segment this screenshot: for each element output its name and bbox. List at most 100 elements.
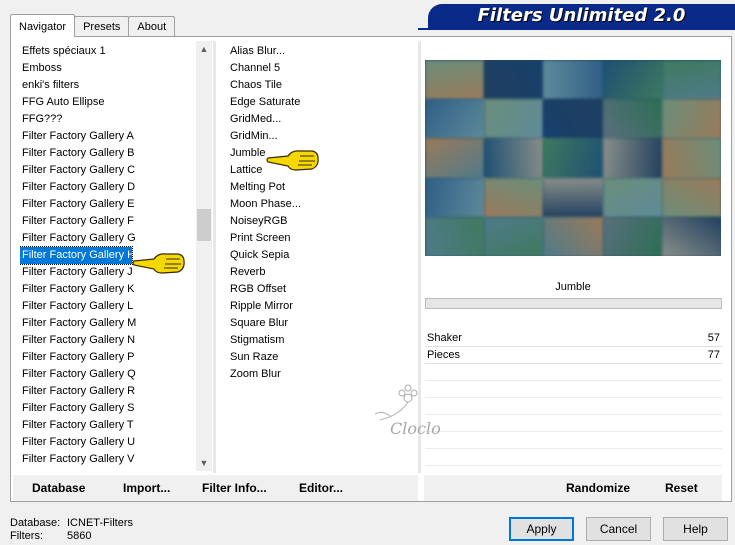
category-list-item[interactable]: Emboss bbox=[20, 60, 196, 77]
category-list-item[interactable]: Effets spéciaux 1 bbox=[20, 43, 196, 60]
preview-tile bbox=[543, 216, 604, 256]
apply-button[interactable]: Apply bbox=[509, 517, 574, 541]
category-list-item[interactable]: Filter Factory Gallery Q bbox=[20, 366, 196, 383]
preview-tile bbox=[543, 60, 604, 101]
scrollbar-thumb[interactable] bbox=[197, 209, 211, 241]
editor-button[interactable]: Editor... bbox=[299, 481, 343, 495]
status-info: Database: ICNET-Filters Filters: 5860 bbox=[10, 517, 133, 543]
filter-list-item[interactable]: Print Screen bbox=[228, 230, 413, 247]
preview-filter-name: Jumble bbox=[555, 281, 591, 293]
filter-info-button[interactable]: Filter Info... bbox=[202, 481, 267, 495]
category-list-item[interactable]: Filter Factory Gallery M bbox=[20, 315, 196, 332]
category-list-item[interactable]: Filter Factory Gallery E bbox=[20, 196, 196, 213]
filter-list-item[interactable]: Stigmatism bbox=[228, 332, 413, 349]
filter-list-item[interactable]: Ripple Mirror bbox=[228, 298, 413, 315]
database-button[interactable]: Database bbox=[32, 481, 85, 495]
filter-list-item[interactable]: RGB Offset bbox=[228, 281, 413, 298]
filter-list[interactable]: Alias Blur... Channel 5 Chaos Tile Edge Sat… bbox=[228, 43, 413, 383]
param-value[interactable]: 77 bbox=[708, 347, 720, 363]
category-list-item[interactable]: Filter Factory Gallery B bbox=[20, 145, 196, 162]
filter-list-item[interactable]: GridMin... bbox=[228, 128, 413, 145]
category-list-item[interactable]: Filter Factory Gallery R bbox=[20, 383, 196, 400]
filter-list-item[interactable]: Alias Blur... bbox=[228, 43, 413, 60]
database-value: ICNET-Filters bbox=[67, 517, 133, 529]
preview-tile bbox=[425, 138, 486, 179]
preview-tile bbox=[484, 138, 545, 179]
filter-list-item[interactable]: Channel 5 bbox=[228, 60, 413, 77]
category-list-item[interactable]: Filter Factory Gallery C bbox=[20, 162, 196, 179]
category-list-item[interactable]: Filter Factory Gallery S bbox=[20, 400, 196, 417]
category-list-item[interactable]: Filter Factory Gallery N bbox=[20, 332, 196, 349]
cloclo-watermark-logo: Cloclo bbox=[374, 384, 441, 438]
tab-bar: Navigator Presets About bbox=[10, 14, 176, 37]
left-toolbar: Database Import... Filter Info... Editor… bbox=[13, 475, 418, 501]
category-list-item[interactable]: FFG Auto Ellipse bbox=[20, 94, 196, 111]
preview-tile bbox=[602, 216, 663, 256]
filter-preview-image bbox=[425, 60, 721, 256]
category-list-item[interactable]: FFG??? bbox=[20, 111, 196, 128]
filter-list-item[interactable]: Edge Saturate bbox=[228, 94, 413, 111]
scroll-down-icon[interactable]: ▼ bbox=[196, 455, 212, 471]
logo-text: Cloclo bbox=[390, 419, 441, 438]
import-button[interactable]: Import... bbox=[123, 481, 170, 495]
filter-list-item[interactable]: Chaos Tile bbox=[228, 77, 413, 94]
randomize-button[interactable]: Randomize bbox=[566, 481, 630, 495]
filter-list-item[interactable]: Moon Phase... bbox=[228, 196, 413, 213]
preview-tile bbox=[484, 177, 545, 218]
category-list-item[interactable]: Filter Factory Gallery D bbox=[20, 179, 196, 196]
preview-tile bbox=[661, 216, 721, 256]
reset-button[interactable]: Reset bbox=[665, 481, 698, 495]
cancel-button[interactable]: Cancel bbox=[586, 517, 651, 541]
filter-list-item[interactable]: Jumble bbox=[228, 145, 413, 162]
preview-tile bbox=[484, 60, 545, 101]
preview-tile bbox=[425, 177, 486, 218]
category-list-item[interactable]: Filter Factory Gallery P bbox=[20, 349, 196, 366]
empty-parameter-rows bbox=[425, 364, 722, 466]
category-list-scrollbar[interactable]: ▲ ▼ bbox=[196, 41, 212, 471]
param-pieces[interactable]: Pieces 77 bbox=[425, 347, 722, 364]
category-list-item[interactable]: Filter Factory Gallery T bbox=[20, 417, 196, 434]
category-list-item[interactable]: Filter Factory Gallery A bbox=[20, 128, 196, 145]
preview-tile bbox=[425, 216, 486, 256]
category-list-item[interactable]: Filter Factory Gallery L bbox=[20, 298, 196, 315]
category-list-item[interactable]: Filter Factory Gallery K bbox=[20, 281, 196, 298]
filters-count-value: 5860 bbox=[67, 530, 92, 542]
scroll-up-icon[interactable]: ▲ bbox=[196, 41, 212, 57]
category-list-item[interactable]: Filter Factory Gallery G bbox=[20, 230, 196, 247]
category-list-item[interactable]: Filter Factory Gallery H bbox=[20, 246, 135, 265]
pointing-hand-icon bbox=[266, 150, 319, 171]
param-name: Pieces bbox=[427, 349, 461, 361]
preview-tile bbox=[661, 99, 721, 140]
filter-list-item[interactable]: Lattice bbox=[228, 162, 413, 179]
help-button[interactable]: Help bbox=[663, 517, 728, 541]
param-shaker[interactable]: Shaker 57 bbox=[425, 330, 722, 347]
filter-list-item[interactable]: NoiseyRGB bbox=[228, 213, 413, 230]
preview-progress-bar bbox=[425, 298, 722, 309]
pointing-hand-icon bbox=[132, 253, 185, 274]
filter-list-item[interactable]: GridMed... bbox=[228, 111, 413, 128]
tab-presets[interactable]: Presets bbox=[74, 16, 130, 36]
category-list-item[interactable]: enki's filters bbox=[20, 77, 196, 94]
preview-tile bbox=[543, 177, 604, 218]
filter-list-item[interactable]: Square Blur bbox=[228, 315, 413, 332]
filter-list-item[interactable]: Quick Sepia bbox=[228, 247, 413, 264]
list-splitter[interactable] bbox=[213, 41, 216, 473]
preview-tile bbox=[543, 99, 604, 140]
preview-tile bbox=[602, 99, 663, 140]
preview-tile bbox=[661, 138, 721, 179]
filter-list-item[interactable]: Sun Raze bbox=[228, 349, 413, 366]
preview-tile bbox=[602, 138, 663, 179]
filter-list-item[interactable]: Melting Pot bbox=[228, 179, 413, 196]
preview-tile bbox=[543, 138, 604, 179]
filters-count-label: Filters: bbox=[10, 530, 43, 542]
category-list-item[interactable]: Filter Factory Gallery V bbox=[20, 451, 196, 468]
tab-about[interactable]: About bbox=[128, 16, 176, 36]
preview-tile bbox=[661, 60, 721, 101]
category-list-item[interactable]: Filter Factory Gallery F bbox=[20, 213, 196, 230]
preview-tile bbox=[425, 60, 486, 101]
category-list-item[interactable]: Filter Factory Gallery U bbox=[20, 434, 196, 451]
param-value[interactable]: 57 bbox=[708, 330, 720, 346]
parameter-list: Shaker 57 Pieces 77 bbox=[425, 330, 722, 364]
tab-navigator[interactable]: Navigator bbox=[10, 14, 76, 37]
filter-list-item[interactable]: Reverb bbox=[228, 264, 413, 281]
